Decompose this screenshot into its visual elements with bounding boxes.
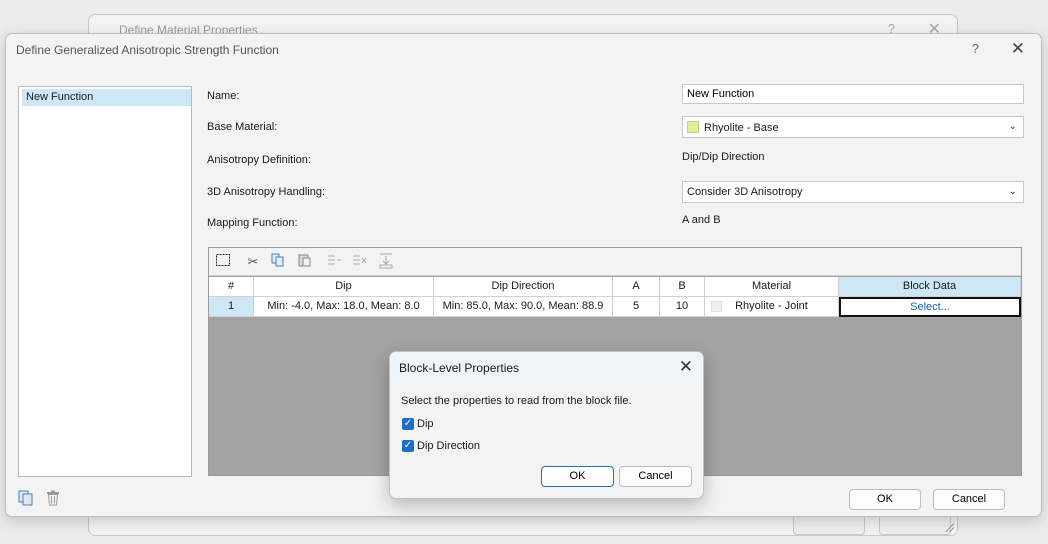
row-number[interactable]: 1 xyxy=(209,297,254,317)
column-header-material[interactable]: Material xyxy=(705,277,839,297)
delete-row-icon[interactable] xyxy=(350,253,368,271)
function-list-item[interactable]: New Function xyxy=(22,89,191,106)
import-icon[interactable] xyxy=(377,253,395,271)
table-header-row: # Dip Dip Direction A B Material Block D… xyxy=(209,277,1021,297)
background-cancel-button-edge xyxy=(879,515,951,535)
copy-function-icon[interactable] xyxy=(18,490,34,506)
b-cell[interactable]: 10 xyxy=(660,297,705,317)
block-level-properties-dialog: Block-Level Properties ✕ Select the prop… xyxy=(389,351,704,499)
modal-message: Select the properties to read from the b… xyxy=(401,395,632,407)
select-all-icon[interactable] xyxy=(214,253,232,271)
block-data-select-link[interactable]: Select... xyxy=(839,297,1021,317)
column-header-num[interactable]: # xyxy=(209,277,254,297)
paste-icon[interactable] xyxy=(295,253,313,271)
mapping-function-label: Mapping Function: xyxy=(207,217,298,229)
help-icon[interactable]: ? xyxy=(972,41,979,56)
base-material-select[interactable]: Rhyolite - Base ⌄ xyxy=(682,116,1024,138)
copy-icon[interactable] xyxy=(269,253,287,271)
name-input[interactable] xyxy=(682,84,1024,104)
function-list: New Function xyxy=(18,86,192,477)
dialog-title: Define Generalized Anisotropic Strength … xyxy=(16,43,279,57)
base-material-swatch xyxy=(687,121,699,133)
column-header-a[interactable]: A xyxy=(613,277,660,297)
table-row[interactable]: 1 Min: -4.0, Max: 18.0, Mean: 8.0 Min: 8… xyxy=(209,297,1021,317)
modal-cancel-button[interactable]: Cancel xyxy=(619,466,692,487)
table-toolbar: ✂ xyxy=(209,248,1021,276)
close-icon[interactable]: ✕ xyxy=(1011,39,1025,59)
modal-ok-button[interactable]: OK xyxy=(541,466,614,487)
handling-label: 3D Anisotropy Handling: xyxy=(207,186,326,198)
a-cell[interactable]: 5 xyxy=(613,297,660,317)
chevron-down-icon: ⌄ xyxy=(1008,121,1017,132)
anisotropy-handling-select[interactable]: Consider 3D Anisotropy ⌄ xyxy=(682,181,1024,203)
material-value: Rhyolite - Joint xyxy=(735,300,808,312)
delete-function-icon[interactable] xyxy=(45,490,61,506)
column-header-dip-direction[interactable]: Dip Direction xyxy=(434,277,613,297)
dip-checkbox[interactable]: ✓ xyxy=(402,418,414,430)
column-header-b[interactable]: B xyxy=(660,277,705,297)
anisotropy-handling-value: Consider 3D Anisotropy xyxy=(687,186,803,198)
column-header-dip[interactable]: Dip xyxy=(254,277,434,297)
dialog-titlebar: Define Generalized Anisotropic Strength … xyxy=(6,34,1041,64)
anisotropy-definition-value: Dip/Dip Direction xyxy=(682,151,765,163)
ok-button[interactable]: OK xyxy=(849,489,921,510)
insert-row-icon[interactable] xyxy=(325,253,343,271)
base-material-value: Rhyolite - Base xyxy=(704,122,779,134)
chevron-down-icon: ⌄ xyxy=(1008,186,1017,197)
list-actions xyxy=(18,490,69,509)
base-material-label: Base Material: xyxy=(207,121,278,133)
column-header-block-data[interactable]: Block Data xyxy=(839,277,1021,297)
dip-direction-cell[interactable]: Min: 85.0, Max: 90.0, Mean: 88.9 xyxy=(434,297,613,317)
cut-icon[interactable]: ✂ xyxy=(244,253,262,271)
material-swatch xyxy=(711,301,722,312)
anisotropy-definition-label: Anisotropy Definition: xyxy=(207,154,311,166)
dip-checkbox-label[interactable]: Dip xyxy=(417,418,434,430)
mapping-function-value: A and B xyxy=(682,214,721,226)
dip-cell[interactable]: Min: -4.0, Max: 18.0, Mean: 8.0 xyxy=(254,297,434,317)
resize-grip-icon[interactable] xyxy=(944,522,954,532)
dip-direction-checkbox-label[interactable]: Dip Direction xyxy=(417,440,480,452)
name-label: Name: xyxy=(207,90,240,102)
modal-close-icon[interactable]: ✕ xyxy=(679,357,693,377)
background-ok-button-edge xyxy=(793,515,865,535)
modal-title: Block-Level Properties xyxy=(399,361,520,375)
dip-direction-checkbox[interactable]: ✓ xyxy=(402,440,414,452)
cancel-button[interactable]: Cancel xyxy=(933,489,1005,510)
material-cell[interactable]: Rhyolite - Joint xyxy=(705,297,839,317)
modal-titlebar: Block-Level Properties ✕ xyxy=(390,352,703,382)
